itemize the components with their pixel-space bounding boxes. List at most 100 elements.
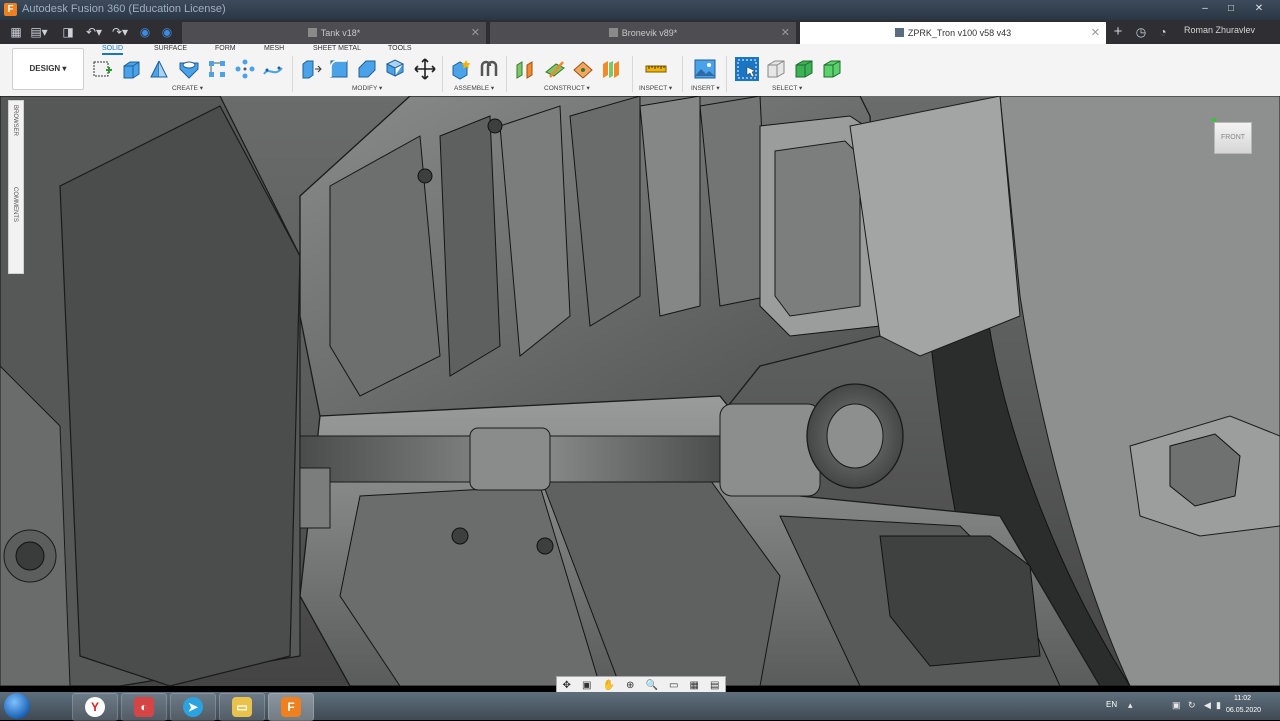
insert-image-icon[interactable] bbox=[694, 58, 716, 80]
create-menu[interactable]: CREATE ▾ bbox=[172, 84, 203, 92]
job-status-clock-icon[interactable]: ◔ bbox=[1156, 24, 1170, 40]
language-indicator[interactable]: EN bbox=[1106, 700, 1117, 709]
canvas-viewport[interactable] bbox=[0, 96, 1280, 686]
tab-zprk-tron[interactable]: ZPRK_Tron v100 v58 v43 ✕ bbox=[800, 22, 1106, 44]
yandex-browser-taskbar[interactable]: Y bbox=[72, 693, 118, 721]
new-component-icon[interactable] bbox=[450, 58, 472, 80]
tray-sync-icon[interactable]: ↻ bbox=[1188, 700, 1198, 710]
browser-panel-toggle[interactable]: BROWSER COMMENTS bbox=[8, 100, 24, 274]
group-separator bbox=[442, 56, 443, 92]
group-separator bbox=[682, 56, 683, 92]
modify-menu[interactable]: MODIFY ▾ bbox=[352, 84, 382, 92]
comments-label[interactable]: COMMENTS bbox=[12, 187, 18, 222]
data-panel-grid-icon[interactable]: ▦ bbox=[8, 24, 24, 40]
assemble-menu[interactable]: ASSEMBLE ▾ bbox=[454, 84, 494, 92]
tab-tools[interactable]: TOOLS bbox=[388, 45, 412, 52]
create-sketch-icon[interactable] bbox=[92, 58, 114, 80]
select-icon[interactable] bbox=[735, 57, 759, 81]
close-window-button[interactable]: ✕ bbox=[1248, 2, 1270, 16]
orbit-icon[interactable]: ✥ bbox=[563, 680, 571, 691]
telegram-taskbar[interactable]: ➤ bbox=[170, 693, 216, 721]
zoom-icon[interactable]: ⊕ bbox=[626, 680, 634, 691]
circular-pattern-icon[interactable] bbox=[234, 58, 256, 80]
design-doc-icon bbox=[894, 28, 904, 37]
tab-sheet-metal[interactable]: SHEET METAL bbox=[313, 45, 361, 52]
maximize-button[interactable]: □ bbox=[1220, 2, 1242, 16]
tab-solid[interactable]: SOLID bbox=[102, 45, 124, 55]
revolve-icon[interactable] bbox=[148, 58, 170, 80]
offset-plane-icon[interactable] bbox=[514, 58, 536, 80]
browser-label[interactable]: BROWSER bbox=[12, 105, 18, 136]
display-settings-icon[interactable]: ▭ bbox=[669, 680, 678, 691]
inspect-menu[interactable]: INSPECT ▾ bbox=[639, 84, 672, 92]
undo-icon[interactable]: ↶▾ bbox=[84, 24, 104, 40]
pan-icon[interactable]: ✋ bbox=[603, 680, 615, 691]
hole-icon[interactable] bbox=[178, 58, 200, 80]
close-tab-icon[interactable]: ✕ bbox=[471, 22, 480, 44]
select-body-icon[interactable] bbox=[793, 58, 815, 80]
midplane-icon[interactable] bbox=[600, 58, 622, 80]
clock-time[interactable]: 11:02 bbox=[1234, 695, 1251, 702]
clock-date[interactable]: 06.05.2020 bbox=[1226, 707, 1261, 714]
file-menu-icon[interactable]: ▤▾ bbox=[30, 24, 48, 40]
fit-icon[interactable]: 🔍 bbox=[645, 680, 657, 691]
yandex-icon: Y bbox=[85, 697, 105, 717]
tab-form[interactable]: FORM bbox=[215, 45, 236, 52]
tab-bronevik[interactable]: Bronevik v89* ✕ bbox=[490, 22, 796, 44]
tab-mesh[interactable]: MESH bbox=[264, 45, 284, 52]
extrude-icon[interactable] bbox=[120, 58, 142, 80]
sweep-icon[interactable] bbox=[262, 58, 284, 80]
app-taskbar-item[interactable]: ◐ bbox=[121, 693, 167, 721]
chamfer-icon[interactable] bbox=[356, 58, 378, 80]
select-box-icon[interactable] bbox=[765, 58, 787, 80]
app-icon: ◐ bbox=[134, 697, 154, 717]
viewcube[interactable]: FRONT bbox=[1212, 118, 1252, 158]
tray-volume-icon[interactable]: ◀ bbox=[1204, 700, 1214, 710]
shell-icon[interactable] bbox=[384, 58, 406, 80]
tab-label: Tank v18* bbox=[320, 28, 361, 38]
select-menu[interactable]: SELECT ▾ bbox=[772, 84, 802, 92]
plane-at-angle-icon[interactable] bbox=[544, 58, 566, 80]
start-button[interactable] bbox=[4, 693, 30, 719]
grid-settings-icon[interactable]: ▦ bbox=[690, 680, 699, 691]
minimize-button[interactable]: – bbox=[1194, 2, 1216, 16]
tray-arrow-icon[interactable]: ▴ bbox=[1128, 700, 1138, 710]
measure-icon[interactable] bbox=[645, 58, 667, 80]
tab-tank[interactable]: Tank v18* ✕ bbox=[182, 22, 486, 44]
save-icon[interactable]: ◨ bbox=[60, 24, 76, 40]
job-status-icon[interactable]: ◉ bbox=[138, 24, 152, 40]
fusion-app-icon[interactable]: F bbox=[4, 3, 17, 16]
folder-icon: ▭ bbox=[232, 697, 252, 717]
fillet-icon[interactable] bbox=[328, 58, 350, 80]
design-doc-icon bbox=[307, 28, 317, 37]
viewcube-front-face[interactable]: FRONT bbox=[1214, 122, 1252, 154]
extensions-icon[interactable]: ◷ bbox=[1134, 24, 1148, 40]
rectangular-pattern-icon[interactable] bbox=[206, 58, 228, 80]
close-tab-icon[interactable]: ✕ bbox=[1091, 22, 1100, 44]
close-tab-icon[interactable]: ✕ bbox=[781, 22, 790, 44]
tab-label: ZPRK_Tron v100 v58 v43 bbox=[907, 28, 1012, 38]
workspace-switcher[interactable]: DESIGN ▾ bbox=[12, 48, 84, 90]
fusion-taskbar[interactable]: F bbox=[268, 693, 314, 721]
plane-through-points-icon[interactable] bbox=[572, 58, 594, 80]
group-separator bbox=[632, 56, 633, 92]
toolbar-ribbon: DESIGN ▾ SOLID SURFACE FORM MESH SHEET M… bbox=[0, 44, 1280, 97]
viewports-icon[interactable]: ▤ bbox=[710, 680, 719, 691]
tab-label: Bronevik v89* bbox=[621, 28, 678, 38]
joint-icon[interactable] bbox=[478, 58, 500, 80]
explorer-taskbar[interactable]: ▭ bbox=[219, 693, 265, 721]
user-account-name[interactable]: Roman Zhuravlev bbox=[1184, 25, 1255, 35]
tray-signal-icon[interactable]: ▮ bbox=[1216, 700, 1226, 710]
press-pull-icon[interactable] bbox=[300, 58, 322, 80]
construct-menu[interactable]: CONSTRUCT ▾ bbox=[544, 84, 590, 92]
tab-surface[interactable]: SURFACE bbox=[154, 45, 187, 52]
tray-network-icon[interactable]: ▣ bbox=[1172, 700, 1182, 710]
windows-taskbar: Y ◐ ➤ ▭ F bbox=[0, 692, 1280, 721]
insert-menu[interactable]: INSERT ▾ bbox=[691, 84, 720, 92]
online-status-icon[interactable]: ◉ bbox=[160, 24, 174, 40]
move-copy-icon[interactable] bbox=[414, 58, 436, 80]
look-at-icon[interactable]: ▣ bbox=[582, 680, 591, 691]
redo-icon[interactable]: ↷▾ bbox=[110, 24, 130, 40]
select-component-icon[interactable] bbox=[821, 58, 843, 80]
new-tab-icon[interactable]: + bbox=[1110, 24, 1126, 40]
